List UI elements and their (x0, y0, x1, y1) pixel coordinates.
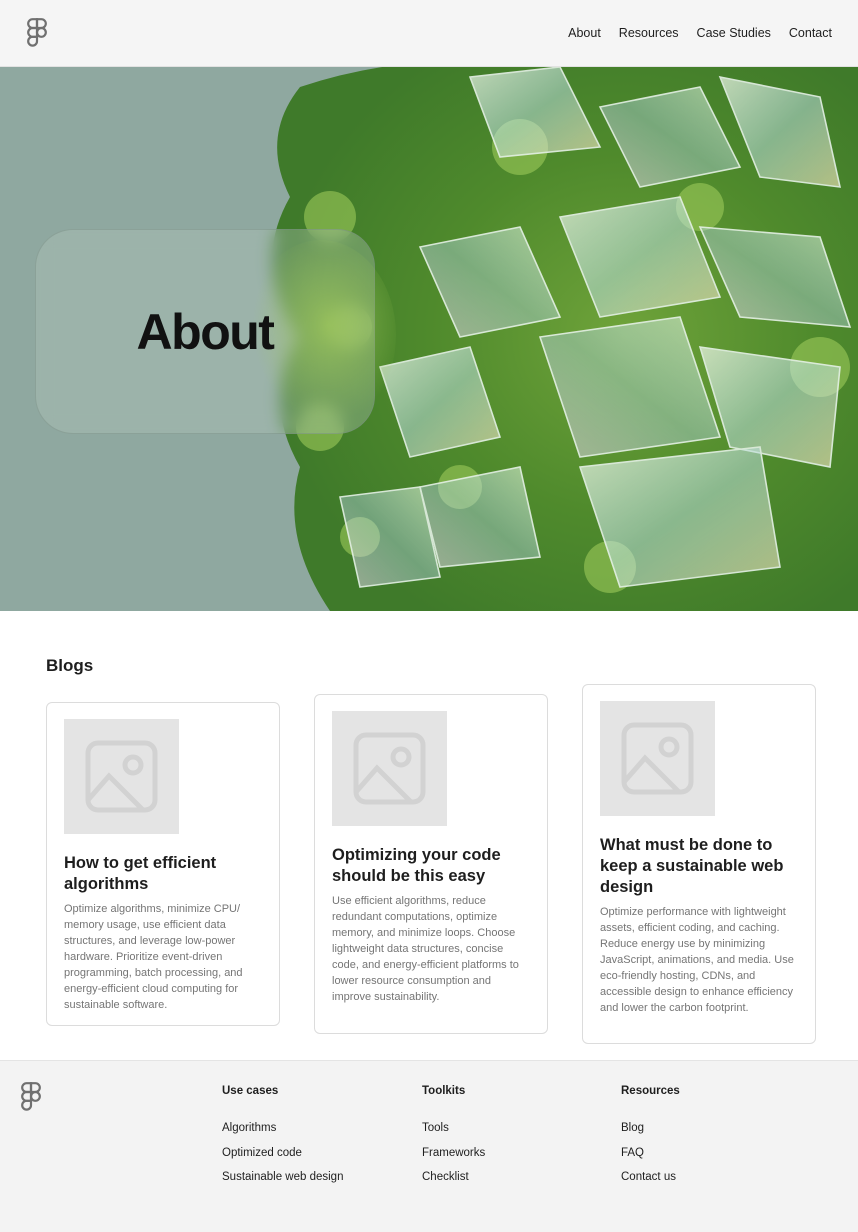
figma-logo-icon[interactable] (21, 1082, 41, 1111)
nav-about[interactable]: About (568, 26, 601, 40)
footer-link-sustainable-web-design[interactable]: Sustainable web design (222, 1170, 343, 1185)
footer-link-algorithms[interactable]: Algorithms (222, 1121, 343, 1136)
blog-card-title[interactable]: How to get efficient algorithms (64, 853, 263, 895)
blogs-heading: Blogs (46, 656, 94, 675)
footer-column-toolkits: Toolkits Tools Frameworks Checklist (422, 1085, 485, 1185)
blog-card[interactable]: Optimizing your code should be this easy… (314, 694, 548, 1034)
footer-link-blog[interactable]: Blog (621, 1121, 680, 1136)
blog-card-image (332, 711, 447, 826)
blog-card-title[interactable]: What must be done to keep a sustainable … (600, 835, 799, 898)
main-nav: About Resources Case Studies Contact (568, 0, 832, 66)
hero-section: About (0, 67, 858, 611)
blog-card-image (600, 701, 715, 816)
image-placeholder-icon (353, 732, 426, 805)
blog-card-body: Optimize algorithms, minimize CPU/ memor… (64, 903, 243, 1011)
nav-case-studies[interactable]: Case Studies (697, 26, 771, 40)
footer-column-title: Use cases (222, 1085, 279, 1097)
footer-link-optimized-code[interactable]: Optimized code (222, 1146, 343, 1161)
blog-card[interactable]: What must be done to keep a sustainable … (582, 684, 816, 1044)
site-header: About Resources Case Studies Contact (0, 0, 858, 67)
footer-column-use-cases: Use cases Algorithms Optimized code Sust… (222, 1085, 343, 1185)
blog-card[interactable]: How to get efficient algorithms Optimize… (46, 702, 280, 1026)
footer-column-title: Toolkits (422, 1085, 466, 1097)
site-footer: Use cases Algorithms Optimized code Sust… (0, 1060, 858, 1232)
footer-link-tools[interactable]: Tools (422, 1121, 485, 1136)
footer-link-checklist[interactable]: Checklist (422, 1170, 485, 1185)
figma-logo-icon[interactable] (27, 18, 47, 47)
blog-card-body: Use efficient algorithms, reduce redunda… (332, 895, 519, 1003)
image-placeholder-icon (85, 740, 158, 813)
footer-column-resources: Resources Blog FAQ Contact us (621, 1085, 680, 1185)
footer-column-title: Resources (621, 1085, 680, 1097)
footer-link-contact-us[interactable]: Contact us (621, 1170, 680, 1185)
page-title: About (136, 303, 275, 360)
blog-card-body: Optimize performance with lightweight as… (600, 906, 794, 1014)
nav-contact[interactable]: Contact (789, 26, 832, 40)
footer-link-frameworks[interactable]: Frameworks (422, 1146, 485, 1161)
image-placeholder-icon (621, 722, 694, 795)
nav-resources[interactable]: Resources (619, 26, 679, 40)
footer-link-faq[interactable]: FAQ (621, 1146, 680, 1161)
blog-card-image (64, 719, 179, 834)
blog-card-title[interactable]: Optimizing your code should be this easy (332, 845, 531, 887)
